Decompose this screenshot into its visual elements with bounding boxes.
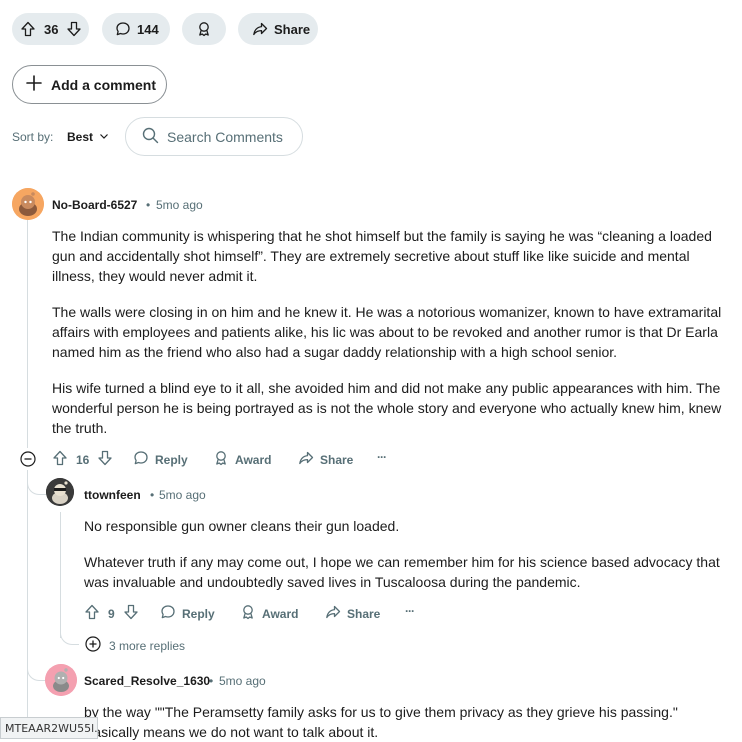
sort-value: Best [67, 130, 94, 144]
comment-icon [133, 450, 149, 469]
search-icon [142, 127, 159, 147]
downvote-icon[interactable] [123, 604, 139, 623]
share-label: Share [320, 452, 354, 467]
comment-time: 5mo ago [156, 198, 203, 212]
award-button[interactable]: Award [240, 604, 298, 623]
share-button[interactable]: Share [238, 13, 318, 45]
reply-label: Reply [155, 452, 188, 467]
link-status-bar: MTEAAR2WU55l... [0, 717, 105, 739]
comment-paragraph: Whatever truth if any may come out, I ho… [84, 554, 720, 590]
more-options-button[interactable]: ··· [405, 604, 415, 618]
sort-dropdown[interactable]: Best [67, 130, 109, 144]
downvote-icon[interactable] [97, 450, 113, 469]
share-label: Share [347, 606, 381, 621]
vote-control: 9 [84, 604, 139, 623]
comment-paragraph: The walls were closing in on him and he … [52, 304, 722, 360]
comment-paragraph: by the way ""The Peramsetty family asks … [84, 704, 678, 740]
chevron-down-icon [99, 130, 109, 144]
award-button[interactable] [182, 13, 226, 45]
thread-line [27, 220, 28, 448]
more-replies-button[interactable]: 3 more replies [85, 636, 185, 655]
vote-count: 9 [108, 606, 115, 621]
time-separator: • [146, 198, 151, 212]
add-comment-label: Add a comment [51, 76, 157, 93]
comment-time: 5mo ago [159, 488, 206, 502]
time-separator: • [209, 674, 214, 688]
vote-pill: 36 [12, 13, 89, 45]
reply-button[interactable]: Reply [160, 604, 215, 623]
comments-button[interactable]: 144 [102, 13, 170, 45]
avatar[interactable] [45, 664, 77, 696]
thread-connector [60, 618, 79, 645]
comment-icon [160, 604, 176, 623]
comment-paragraph: No responsible gun owner cleans their gu… [84, 518, 400, 534]
search-comments-input[interactable]: Search Comments [125, 117, 303, 156]
plus-circle-icon [85, 636, 101, 655]
share-icon [252, 21, 268, 37]
comment-author[interactable]: No-Board-6527 [52, 198, 137, 212]
award-icon [240, 604, 256, 623]
comment-paragraph: The Indian community is whispering that … [52, 228, 712, 284]
vote-control: 16 [52, 450, 113, 469]
more-options-button[interactable]: ··· [377, 450, 387, 464]
comment-author[interactable]: ttownfeen [84, 488, 141, 502]
reply-button[interactable]: Reply [133, 450, 188, 469]
award-button[interactable]: Award [213, 450, 271, 469]
collapse-icon[interactable] [20, 451, 36, 472]
share-button[interactable]: Share [298, 450, 353, 469]
comment-paragraph: His wife turned a blind eye to it all, s… [52, 380, 722, 436]
comment-icon [115, 21, 131, 37]
reply-label: Reply [182, 606, 215, 621]
search-placeholder: Search Comments [167, 128, 283, 145]
vote-count: 16 [76, 452, 90, 467]
plus-icon [25, 74, 43, 95]
thread-connector [27, 494, 46, 681]
status-text: MTEAAR2WU55l... [5, 721, 105, 735]
upvote-icon[interactable] [52, 450, 68, 469]
avatar[interactable] [12, 188, 44, 220]
award-label: Award [235, 452, 272, 467]
sort-label: Sort by: [12, 130, 54, 144]
comment-author[interactable]: Scared_Resolve_1630 [84, 674, 210, 688]
share-button[interactable]: Share [325, 604, 380, 623]
upvote-icon[interactable] [84, 604, 100, 623]
vote-count: 36 [44, 21, 59, 37]
downvote-icon[interactable] [66, 21, 82, 37]
comment-time: 5mo ago [219, 674, 266, 688]
thread-connector [27, 470, 46, 495]
award-icon [213, 450, 229, 469]
share-label: Share [274, 21, 311, 37]
upvote-icon[interactable] [20, 21, 36, 37]
comment-count: 144 [137, 21, 159, 37]
share-icon [325, 604, 341, 623]
more-replies-label: 3 more replies [109, 638, 186, 653]
share-icon [298, 450, 314, 469]
add-comment-button[interactable]: Add a comment [12, 65, 167, 104]
award-label: Award [262, 606, 299, 621]
time-separator: • [150, 488, 155, 502]
award-icon [196, 21, 212, 37]
avatar[interactable] [46, 478, 74, 506]
